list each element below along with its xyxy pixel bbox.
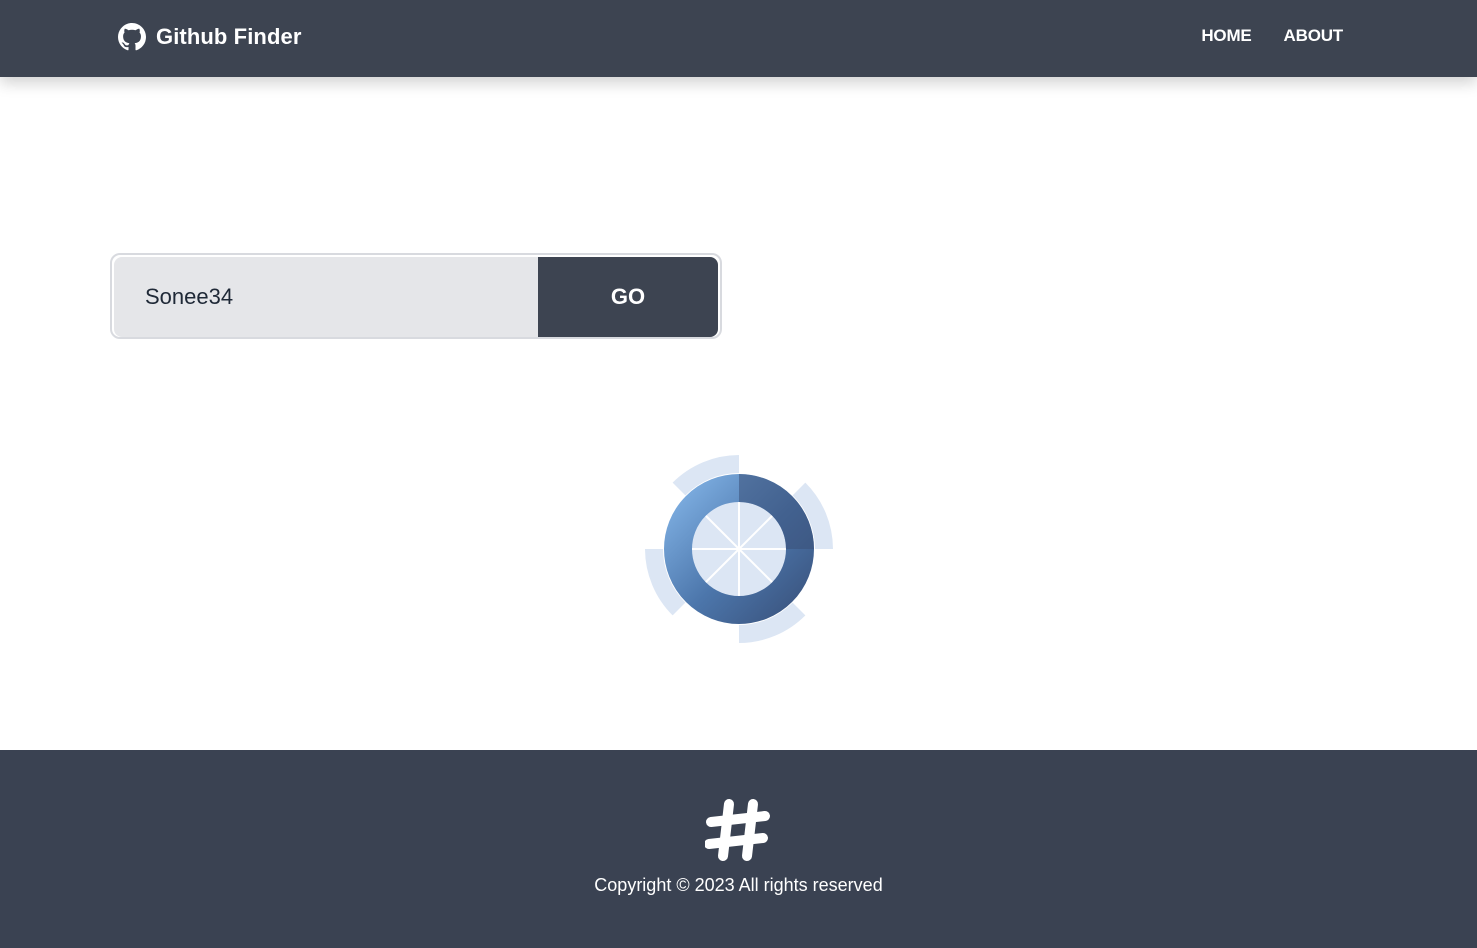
hashtag-icon (705, 799, 770, 861)
nav-link-home[interactable]: HOME (1201, 26, 1251, 46)
brand[interactable]: Github Finder (118, 22, 302, 52)
nav-link-about[interactable]: ABOUT (1284, 26, 1344, 46)
github-icon (118, 23, 146, 51)
nav-links: HOME ABOUT (1201, 26, 1343, 46)
navbar: Github Finder HOME ABOUT (0, 0, 1477, 77)
brand-title: Github Finder (156, 24, 302, 49)
copyright-text: Copyright © 2023 All rights reserved (594, 875, 883, 895)
search-input[interactable] (114, 257, 538, 337)
search-form: GO (110, 253, 722, 339)
loading-spinner-icon (645, 455, 833, 643)
go-button[interactable]: GO (538, 257, 718, 337)
